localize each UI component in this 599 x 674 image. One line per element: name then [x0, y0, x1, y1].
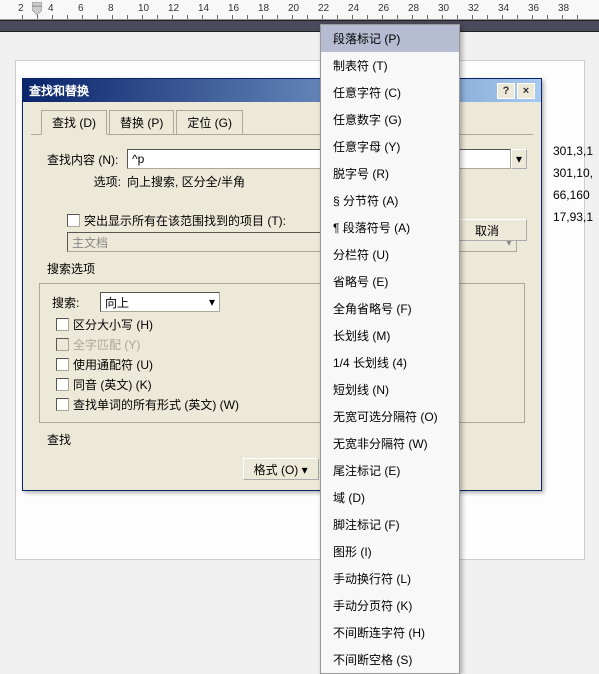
find-history-dropdown[interactable]: ▾ — [511, 149, 527, 169]
menu-item-ellipsis[interactable]: 省略号 (E) — [321, 268, 459, 295]
wildcards-label: 使用通配符 (U) — [73, 356, 153, 373]
menu-item-column-break[interactable]: 分栏符 (U) — [321, 241, 459, 268]
ruler-tick: 16 — [228, 3, 239, 14]
search-direction-select[interactable]: 向上▾ — [100, 292, 220, 312]
format-button[interactable]: 格式 (O) ▾ — [243, 458, 319, 480]
ruler-tick: 36 — [528, 3, 539, 14]
menu-item-paragraph-char[interactable]: ¶ 段落符号 (A) — [321, 214, 459, 241]
ruler-tick: 12 — [168, 3, 179, 14]
menu-item-manual-line-break[interactable]: 手动换行符 (L) — [321, 565, 459, 592]
ruler-tick: 20 — [288, 3, 299, 14]
background-text: 301,3,1 301,10, 66,160 17,93,1 — [553, 140, 593, 228]
menu-item-endnote-mark[interactable]: 尾注标记 (E) — [321, 457, 459, 484]
menu-item-no-width-optional[interactable]: 无宽可选分隔符 (O) — [321, 403, 459, 430]
ruler: 2468101214161820222426283032343638 — [0, 0, 599, 20]
help-button[interactable]: ? — [497, 83, 515, 99]
tab-find[interactable]: 查找 (D) — [41, 110, 107, 135]
sounds-like-label: 同音 (英文) (K) — [73, 376, 152, 393]
close-button[interactable]: × — [517, 83, 535, 99]
ruler-tick: 4 — [48, 3, 54, 14]
find-what-label: 查找内容 (N): — [37, 151, 127, 168]
menu-item-manual-page-break[interactable]: 手动分页符 (K) — [321, 592, 459, 619]
whole-word-checkbox — [56, 338, 69, 351]
menu-item-graphic[interactable]: 图形 (I) — [321, 538, 459, 565]
find-replace-dialog: 查找和替换 ? × 查找 (D) 替换 (P) 定位 (G) 查找内容 (N):… — [22, 78, 542, 491]
ruler-tick: 18 — [258, 3, 269, 14]
ruler-indent-marker[interactable] — [32, 2, 42, 16]
ruler-tick: 26 — [378, 3, 389, 14]
ruler-tick: 22 — [318, 3, 329, 14]
all-word-forms-checkbox[interactable] — [56, 398, 69, 411]
options-label: 选项: — [37, 173, 127, 190]
menu-item-field[interactable]: 域 (D) — [321, 484, 459, 511]
tab-replace[interactable]: 替换 (P) — [109, 110, 174, 134]
ruler-separator — [0, 20, 599, 32]
match-case-label: 区分大小写 (H) — [73, 316, 153, 333]
menu-item-footnote-mark[interactable]: 脚注标记 (F) — [321, 511, 459, 538]
menu-item-any-digit[interactable]: 任意数字 (G) — [321, 106, 459, 133]
match-case-checkbox[interactable] — [56, 318, 69, 331]
ruler-tick: 38 — [558, 3, 569, 14]
menu-item-any-char[interactable]: 任意字符 (C) — [321, 79, 459, 106]
wildcards-checkbox[interactable] — [56, 358, 69, 371]
sounds-like-checkbox[interactable] — [56, 378, 69, 391]
menu-item-em-dash[interactable]: 长划线 (M) — [321, 322, 459, 349]
all-word-forms-label: 查找单词的所有形式 (英文) (W) — [73, 396, 239, 413]
menu-item-nonbreaking-hyphen[interactable]: 不间断连字符 (H) — [321, 619, 459, 646]
menu-item-quarter-em-dash[interactable]: 1/4 长划线 (4) — [321, 349, 459, 376]
ruler-tick: 34 — [498, 3, 509, 14]
highlight-all-checkbox[interactable] — [67, 214, 80, 227]
ruler-tick: 30 — [438, 3, 449, 14]
ruler-tick: 6 — [78, 3, 84, 14]
tab-goto[interactable]: 定位 (G) — [176, 110, 243, 134]
ruler-tick: 8 — [108, 3, 114, 14]
menu-item-no-width-non-break[interactable]: 无宽非分隔符 (W) — [321, 430, 459, 457]
menu-item-nonbreaking-space[interactable]: 不间断空格 (S) — [321, 646, 459, 673]
ruler-tick: 10 — [138, 3, 149, 14]
menu-item-tab-char[interactable]: 制表符 (T) — [321, 52, 459, 79]
options-value: 向上搜索, 区分全/半角 — [127, 173, 245, 190]
ruler-tick: 28 — [408, 3, 419, 14]
menu-item-any-letter[interactable]: 任意字母 (Y) — [321, 133, 459, 160]
search-dir-label: 搜索: — [52, 294, 100, 311]
ruler-tick: 14 — [198, 3, 209, 14]
menu-item-caret[interactable]: 脱字号 (R) — [321, 160, 459, 187]
highlight-all-label: 突出显示所有在该范围找到的项目 (T): — [84, 212, 286, 229]
ruler-tick: 32 — [468, 3, 479, 14]
menu-item-paragraph-mark[interactable]: 段落标记 (P) — [321, 25, 459, 52]
menu-item-section-char[interactable]: § 分节符 (A) — [321, 187, 459, 214]
whole-word-label: 全字匹配 (Y) — [73, 336, 140, 353]
ruler-tick: 24 — [348, 3, 359, 14]
menu-item-full-ellipsis[interactable]: 全角省略号 (F) — [321, 295, 459, 322]
ruler-tick: 2 — [18, 3, 24, 14]
menu-item-en-dash[interactable]: 短划线 (N) — [321, 376, 459, 403]
dialog-title: 查找和替换 — [29, 82, 89, 99]
dialog-titlebar[interactable]: 查找和替换 ? × — [23, 79, 541, 102]
